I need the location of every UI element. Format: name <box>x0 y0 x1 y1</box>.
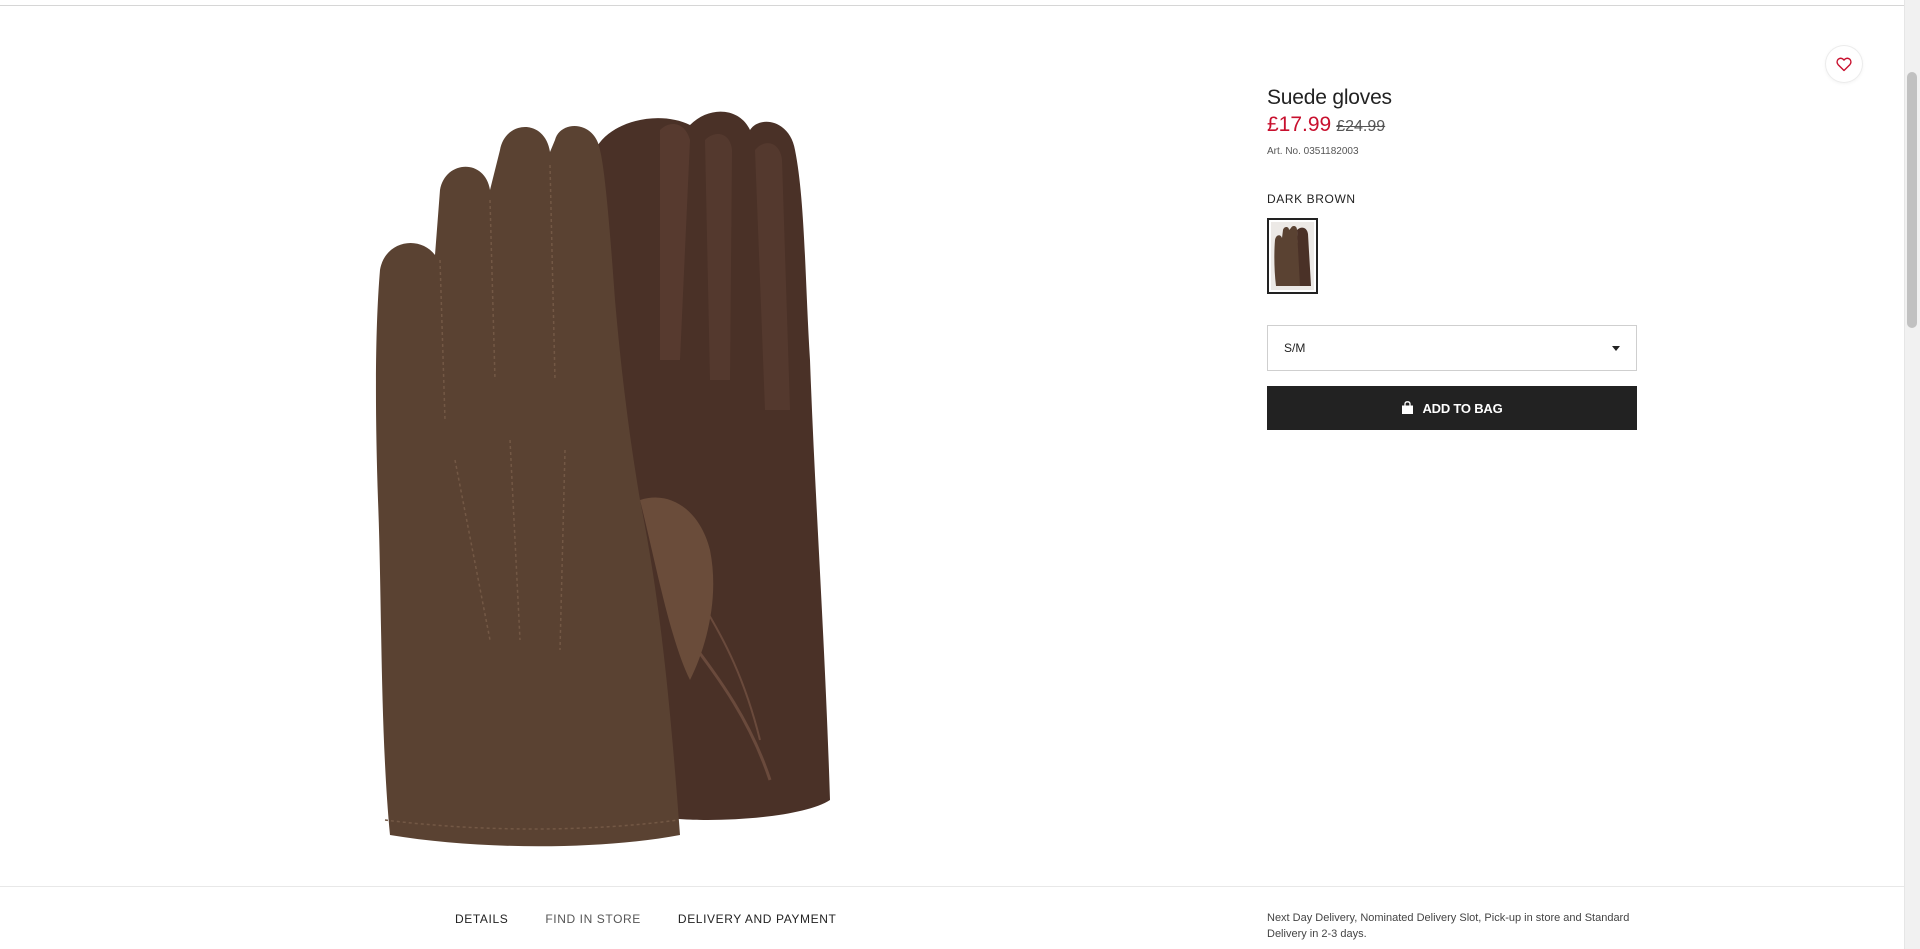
product-detail-tabs-bar: DETAILS FIND IN STORE DELIVERY AND PAYME… <box>0 886 1904 949</box>
vertical-scrollbar[interactable] <box>1904 0 1920 949</box>
swatch-glove-image <box>1274 225 1311 286</box>
add-to-bag-label: ADD TO BAG <box>1422 400 1503 416</box>
product-image <box>375 111 830 847</box>
product-title: Suede gloves <box>1267 86 1392 109</box>
header-divider <box>0 5 1904 6</box>
original-price: £24.99 <box>1336 118 1386 135</box>
delivery-info: Next Day Delivery, Nominated Delivery Sl… <box>1267 912 1630 940</box>
selected-color-label: DARK BROWN <box>1267 192 1356 206</box>
tab-delivery-and-payment[interactable]: DELIVERY AND PAYMENT <box>678 912 837 926</box>
article-number: Art. No. 0351182003 <box>1267 146 1359 157</box>
color-swatch-dark-brown[interactable] <box>1267 218 1318 294</box>
size-dropdown[interactable]: S/M <box>1267 325 1637 371</box>
tab-find-in-store[interactable]: FIND IN STORE <box>545 912 641 926</box>
caret-down-icon <box>1612 345 1620 351</box>
swatch-thumbnail <box>1271 222 1314 290</box>
shopping-bag-icon <box>1402 401 1414 414</box>
price-block: £17.99 £24.99 <box>1267 113 1385 137</box>
add-to-bag-button[interactable]: ADD TO BAG <box>1267 386 1637 430</box>
scrollbar-thumb[interactable] <box>1907 72 1917 328</box>
heart-icon <box>1836 57 1852 71</box>
tab-list: DETAILS FIND IN STORE DELIVERY AND PAYME… <box>455 912 836 926</box>
favorite-button[interactable] <box>1826 46 1862 82</box>
tab-details[interactable]: DETAILS <box>455 912 508 926</box>
sale-price: £17.99 <box>1267 113 1332 136</box>
size-value: S/M <box>1284 341 1306 355</box>
